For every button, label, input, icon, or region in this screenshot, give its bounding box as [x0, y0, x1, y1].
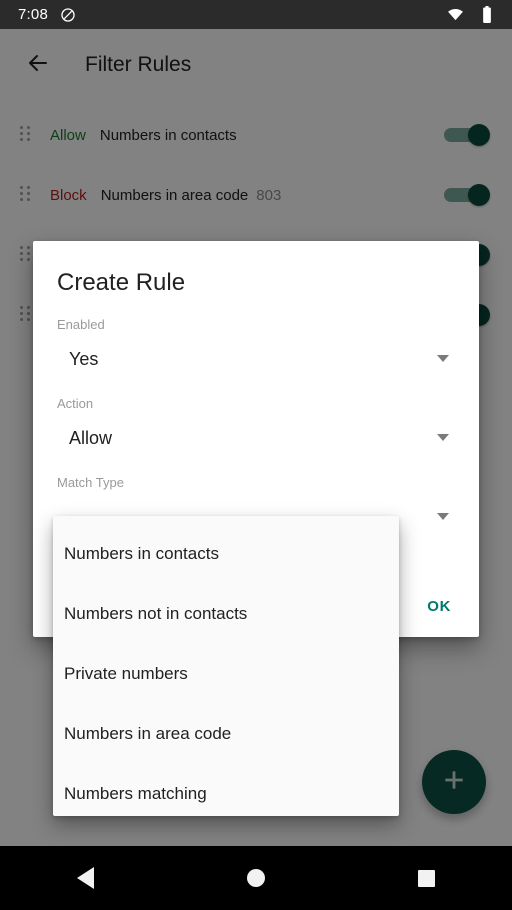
dialog-action-buttons: OK: [413, 588, 465, 625]
chevron-down-icon: [437, 513, 449, 520]
menu-item-numbers-not-in-contacts[interactable]: Numbers not in contacts: [53, 584, 399, 644]
status-time: 7:08: [18, 6, 48, 23]
chevron-down-icon: [437, 434, 449, 441]
action-spinner[interactable]: Allow: [57, 421, 455, 455]
match-type-dropdown-menu: Numbers in contacts Numbers not in conta…: [53, 516, 399, 816]
battery-icon: [482, 6, 492, 23]
status-right-icons: [447, 6, 492, 23]
back-triangle-icon: [76, 867, 94, 889]
field-label-action: Action: [57, 396, 94, 411]
status-left-icons: [60, 7, 76, 23]
menu-item-numbers-in-area-code[interactable]: Numbers in area code: [53, 704, 399, 764]
nav-home-button[interactable]: [221, 869, 291, 887]
dialog-title: Create Rule: [57, 269, 186, 296]
menu-item-numbers-in-contacts[interactable]: Numbers in contacts: [53, 524, 399, 584]
field-label-match-type: Match Type: [57, 475, 124, 490]
recents-square-icon: [418, 869, 436, 887]
nav-recents-button[interactable]: [392, 869, 462, 887]
enabled-spinner[interactable]: Yes: [57, 342, 455, 376]
do-not-disturb-icon: [60, 7, 76, 23]
field-enabled: Enabled Yes: [33, 317, 479, 376]
wifi-icon: [447, 8, 464, 21]
status-bar: 7:08: [0, 0, 512, 29]
nav-back-button[interactable]: [50, 867, 120, 889]
enabled-spinner-value: Yes: [69, 348, 99, 369]
menu-item-private-numbers[interactable]: Private numbers: [53, 644, 399, 704]
chevron-down-icon: [437, 355, 449, 362]
field-action: Action Allow: [33, 396, 479, 455]
field-label-enabled: Enabled: [57, 317, 105, 332]
menu-item-numbers-matching[interactable]: Numbers matching: [53, 764, 399, 816]
android-nav-bar: [0, 846, 512, 910]
action-spinner-value: Allow: [69, 427, 113, 448]
phone-screen: 7:08 Filter Rules Allow Numbers in conta…: [0, 0, 512, 910]
ok-button[interactable]: OK: [413, 588, 465, 625]
home-circle-icon: [246, 869, 265, 887]
